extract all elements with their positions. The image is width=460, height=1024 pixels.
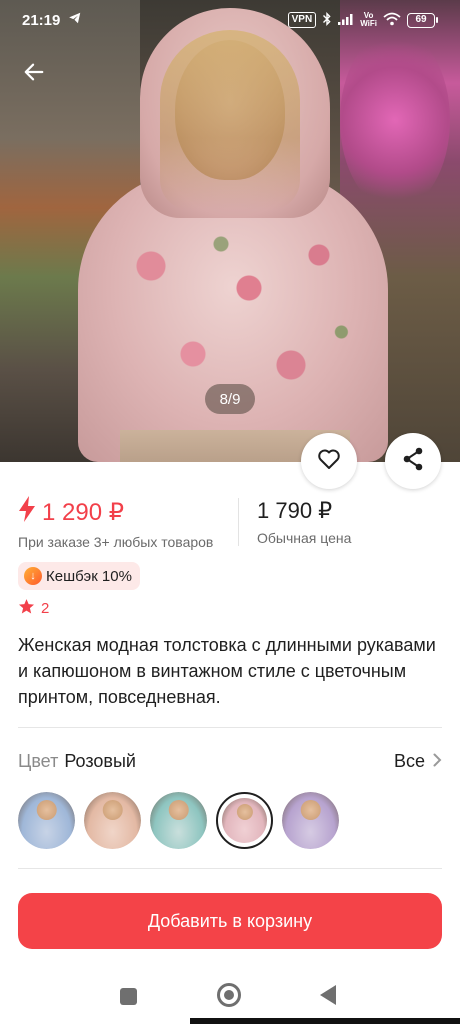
telegram-icon (68, 11, 82, 29)
lightning-icon (18, 496, 36, 530)
color-swatches (18, 792, 339, 849)
promo-price: 1 290 ₽ (42, 499, 124, 526)
product-title: Женская модная толстовка с длинными рука… (18, 635, 436, 707)
share-icon (402, 447, 424, 476)
chevron-right-icon (433, 751, 442, 772)
color-selector-header: Цвет Розовый Все (18, 748, 442, 774)
color-swatch[interactable] (150, 792, 207, 849)
vowifi-label: Vo WiFi (360, 12, 377, 28)
cashback-badge[interactable]: ↓ Кешбэк 10% (18, 562, 140, 590)
gesture-bar (190, 1018, 460, 1024)
image-background-flowers (340, 30, 450, 210)
arrow-left-icon (23, 61, 45, 88)
star-icon (18, 598, 35, 619)
color-swatch-thumbnail (150, 792, 207, 849)
status-bar: 21:19 VPN Vo WiFi 69 (0, 0, 460, 40)
image-counter: 8/9 (205, 384, 255, 414)
cashback-label: Кешбэк 10% (46, 567, 132, 585)
color-swatch[interactable] (84, 792, 141, 849)
rating[interactable]: 2 (18, 598, 49, 619)
color-swatch[interactable] (282, 792, 339, 849)
price-divider (238, 498, 239, 546)
favorite-button[interactable] (301, 433, 357, 489)
color-label: Цвет (18, 750, 59, 771)
color-swatch-thumbnail (222, 798, 267, 843)
divider (18, 727, 442, 728)
rating-value: 2 (41, 600, 50, 617)
home-button[interactable] (217, 983, 241, 1007)
battery-icon: 69 (407, 12, 438, 28)
system-back-button[interactable] (320, 985, 336, 1005)
regular-price: 1 790 ₽ (257, 498, 333, 523)
color-swatch[interactable] (18, 792, 75, 849)
price-block: 1 290 ₽ При заказе 3+ любых товаров 1 79… (18, 496, 442, 550)
battery-level: 69 (407, 12, 435, 28)
regular-price-note: Обычная цена (257, 530, 352, 546)
back-button[interactable] (18, 58, 50, 90)
recent-apps-button[interactable] (120, 988, 137, 1005)
color-selected-value: Розовый (64, 750, 136, 771)
cashback-icon: ↓ (24, 567, 42, 585)
promo-price-note: При заказе 3+ любых товаров (18, 534, 214, 550)
heart-icon (317, 448, 341, 475)
bluetooth-icon (322, 11, 332, 29)
vowifi-bottom: WiFi (360, 19, 377, 28)
vpn-badge: VPN (287, 12, 317, 28)
color-swatch[interactable] (216, 792, 273, 849)
color-swatch-thumbnail (18, 792, 75, 849)
all-colors-label: Все (393, 750, 425, 771)
color-swatch-thumbnail (282, 792, 339, 849)
color-swatch-thumbnail (84, 792, 141, 849)
status-time: 21:19 (22, 11, 61, 29)
promo-price-section: 1 290 ₽ При заказе 3+ любых товаров (18, 496, 238, 550)
regular-price-section: 1 790 ₽ Обычная цена (257, 496, 351, 548)
wifi-icon (383, 12, 401, 29)
share-button[interactable] (385, 433, 441, 489)
divider (18, 868, 442, 869)
add-to-cart-button[interactable]: Добавить в корзину (18, 893, 442, 949)
image-hair (160, 30, 300, 210)
signal-icon (338, 13, 354, 28)
system-navigation-bar (0, 970, 460, 1024)
all-colors-link[interactable]: Все (394, 751, 442, 772)
